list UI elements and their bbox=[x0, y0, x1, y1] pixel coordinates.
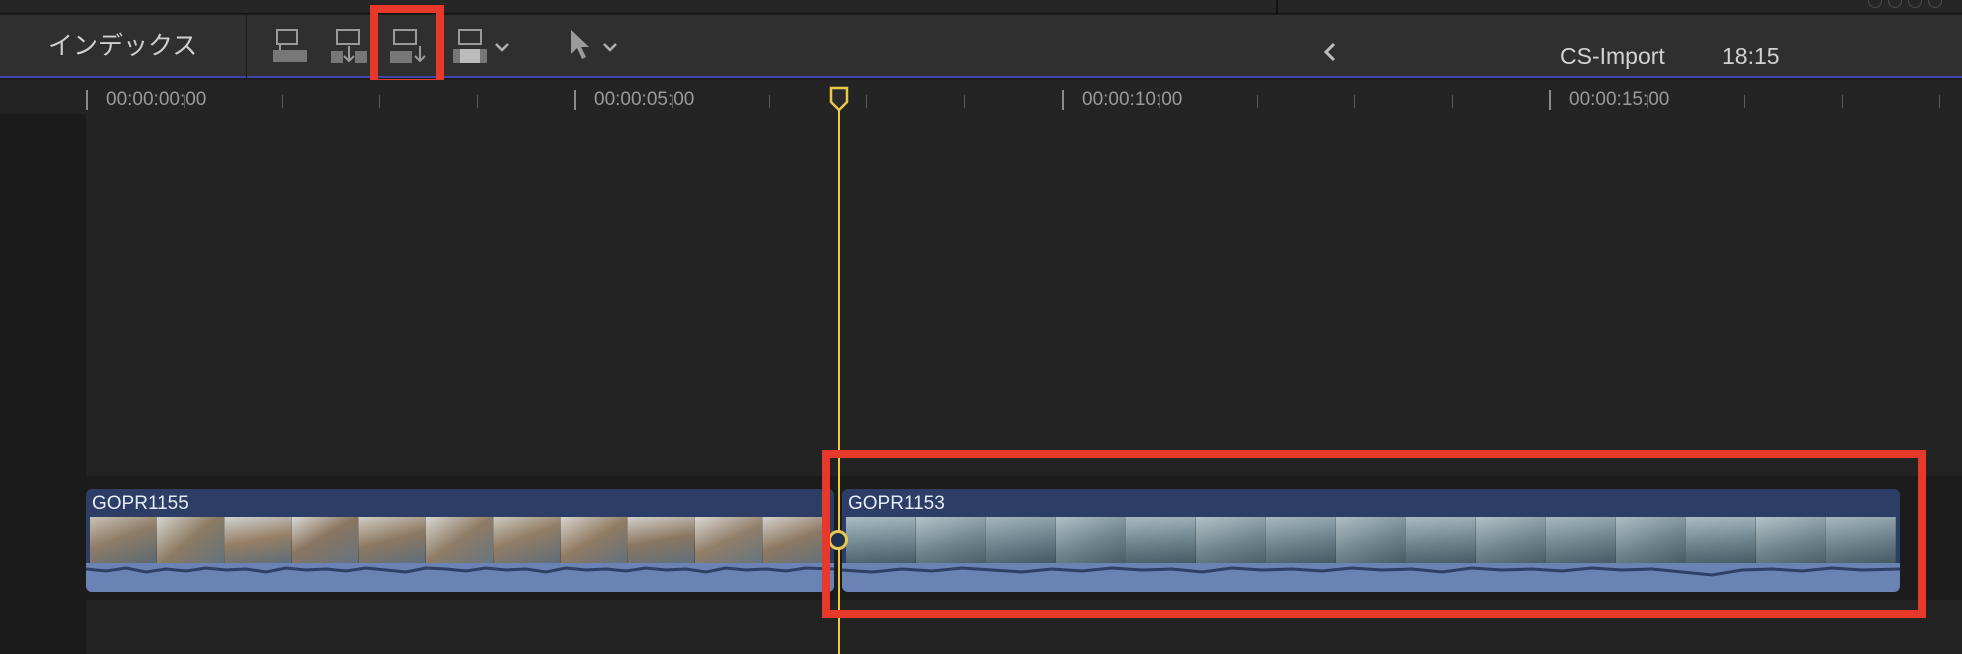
index-button[interactable]: インデックス bbox=[48, 29, 197, 63]
playhead-handle[interactable] bbox=[829, 86, 849, 112]
overwrite-clip-button[interactable] bbox=[450, 27, 516, 67]
connect-icon bbox=[273, 29, 307, 62]
ruler-tick-minor bbox=[1257, 95, 1258, 108]
toolbar-divider bbox=[246, 15, 247, 78]
thumbnail bbox=[224, 517, 292, 563]
timeline-gutter bbox=[0, 114, 86, 654]
clip-highlight-frame bbox=[822, 450, 1926, 618]
timeline-ruler[interactable]: 00:00:00:00 00:00:05:00 00:00:10:00 00:0… bbox=[0, 80, 1962, 114]
clip-filmstrip bbox=[90, 517, 830, 563]
thumbnail bbox=[493, 517, 561, 563]
thumbnail bbox=[90, 517, 158, 563]
control-dot-icon bbox=[1888, 0, 1902, 8]
thumbnail bbox=[560, 517, 629, 563]
timecode-label: 00:00:00:00 bbox=[106, 89, 207, 110]
ruler-tick-minor bbox=[1354, 95, 1355, 108]
back-button[interactable] bbox=[1318, 35, 1342, 69]
thumbnail bbox=[695, 517, 763, 563]
ruler-tick-minor bbox=[477, 95, 478, 108]
thumbnail bbox=[426, 517, 494, 563]
control-dot-icon bbox=[1868, 0, 1882, 8]
arrow-pointer-icon bbox=[571, 30, 617, 59]
ruler-tick-minor bbox=[1647, 95, 1648, 108]
chevron-left-icon bbox=[1323, 42, 1336, 62]
ruler-tick-minor bbox=[379, 95, 380, 108]
audio-waveform bbox=[86, 563, 834, 592]
ruler-tick-minor bbox=[866, 95, 867, 108]
control-dot-icon bbox=[1928, 0, 1942, 8]
clip-name: GOPR1155 bbox=[92, 493, 189, 514]
control-dot-icon bbox=[1908, 0, 1922, 8]
append-highlight-frame bbox=[370, 5, 444, 87]
timeline-toolbar: インデックス CS-Import 18:15 bbox=[0, 15, 1962, 78]
ruler-tick-minor bbox=[184, 95, 185, 108]
timecode-label: 00:00:05:00 bbox=[594, 89, 695, 110]
thumbnail bbox=[291, 517, 360, 563]
ruler-tick bbox=[86, 90, 88, 110]
connect-clip-button[interactable] bbox=[270, 27, 310, 67]
ruler-tick bbox=[1549, 90, 1551, 110]
window-controls bbox=[1868, 0, 1942, 8]
ruler-tick-minor bbox=[964, 95, 965, 108]
playhead-marker-icon bbox=[829, 86, 849, 112]
timecode-label: 00:00:10:00 bbox=[1082, 89, 1183, 110]
window-top-strip bbox=[0, 0, 1962, 14]
ruler-tick-minor bbox=[1842, 95, 1843, 108]
clip-gopr1155[interactable]: GOPR1155 bbox=[86, 489, 834, 592]
project-duration: 18:15 bbox=[1722, 43, 1780, 69]
thumbnail bbox=[762, 517, 830, 563]
pane-divider bbox=[1276, 0, 1278, 14]
select-tool-button[interactable] bbox=[566, 27, 622, 67]
ruler-tick-minor bbox=[672, 95, 673, 108]
thumbnail bbox=[157, 517, 225, 563]
ruler-tick bbox=[574, 90, 576, 110]
ruler-tick-minor bbox=[769, 95, 770, 108]
thumbnail bbox=[628, 517, 696, 563]
overwrite-icon bbox=[453, 29, 509, 63]
insert-clip-button[interactable] bbox=[329, 27, 369, 67]
ruler-tick-minor bbox=[1452, 95, 1453, 108]
ruler-tick-minor bbox=[282, 95, 283, 108]
insert-icon bbox=[331, 29, 367, 63]
timeline-empty-area[interactable] bbox=[86, 114, 1962, 476]
project-name: CS-Import bbox=[1560, 43, 1665, 69]
ruler-tick-minor bbox=[1744, 95, 1745, 108]
ruler-tick-minor bbox=[1939, 95, 1940, 108]
timecode-label: 00:00:15:00 bbox=[1569, 89, 1670, 110]
ruler-tick bbox=[1062, 90, 1064, 110]
ruler-tick-minor bbox=[1159, 95, 1160, 108]
thumbnail bbox=[359, 517, 427, 563]
